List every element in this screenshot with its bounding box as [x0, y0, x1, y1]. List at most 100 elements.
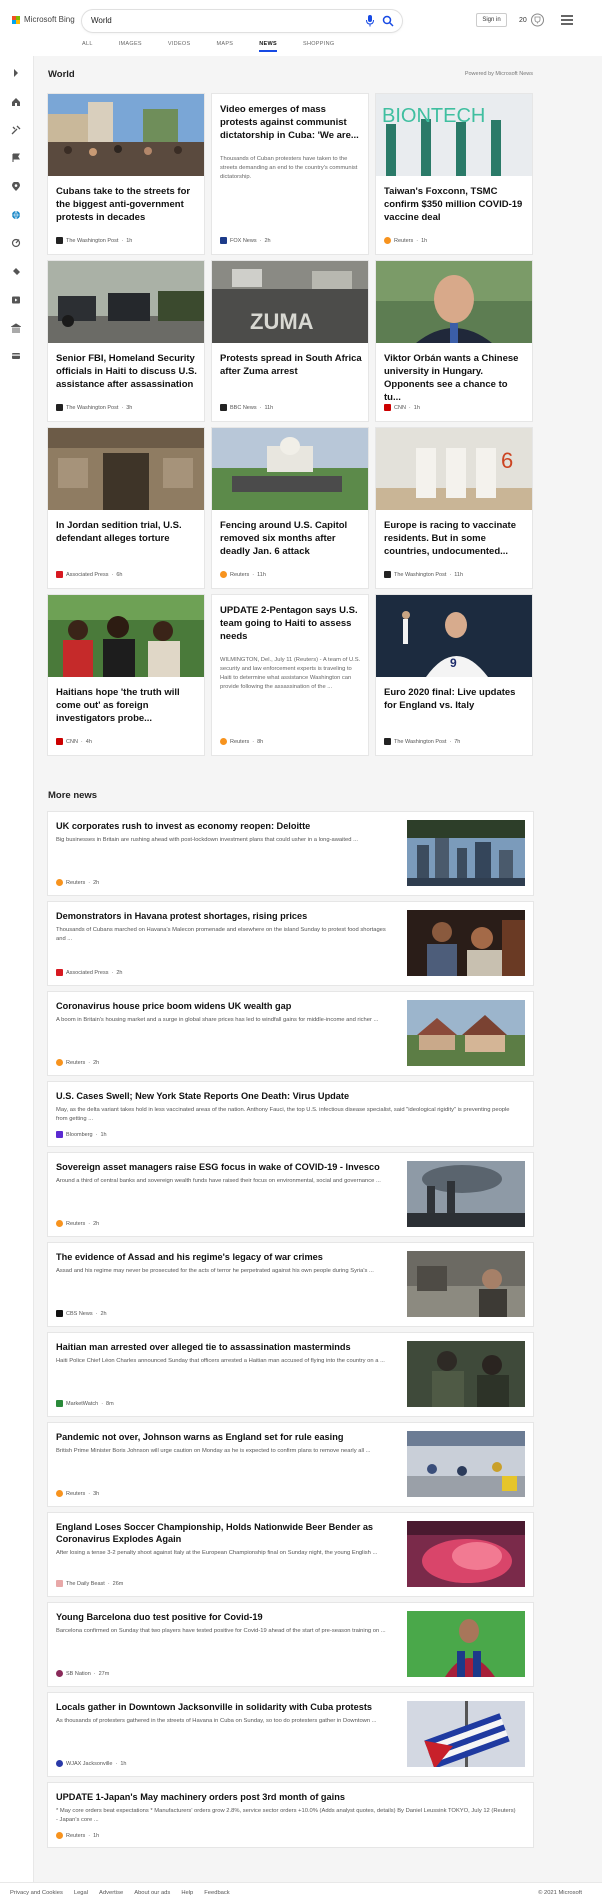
news-card[interactable]: Cubans take to the streets for the bigge…: [48, 94, 204, 254]
list-item[interactable]: UPDATE 1-Japan's May machinery orders po…: [48, 1783, 533, 1847]
card-title[interactable]: Euro 2020 final: Live updates for Englan…: [384, 686, 526, 712]
list-item[interactable]: Sovereign asset managers raise ESG focus…: [48, 1153, 533, 1236]
payment-icon[interactable]: [9, 349, 23, 363]
zuma-graffiti-photo[interactable]: ZUMA: [212, 261, 368, 343]
card-title[interactable]: UPDATE 2-Pentagon says U.S. team going t…: [220, 604, 362, 643]
footer-link-privacy[interactable]: Privacy and Cookies: [10, 1890, 63, 1896]
card-title[interactable]: Video emerges of mass protests against c…: [220, 103, 362, 142]
news-title[interactable]: Demonstrators in Havana protest shortage…: [56, 910, 396, 922]
card-source[interactable]: CNN · 1h: [384, 404, 420, 411]
news-title[interactable]: Haitian man arrested over alleged tie to…: [56, 1341, 396, 1353]
news-card[interactable]: ZUMA Protests spread in South Africa aft…: [212, 261, 368, 421]
footer-link-advertise[interactable]: Advertise: [99, 1890, 123, 1896]
tab-all[interactable]: ALL: [82, 41, 93, 47]
entertainment-icon[interactable]: [9, 293, 23, 307]
business-icon[interactable]: [9, 236, 23, 250]
news-source[interactable]: Associated Press · 2h: [56, 969, 122, 976]
news-source[interactable]: CBS News · 2h: [56, 1310, 107, 1317]
news-source[interactable]: Bloomberg · 1h: [56, 1131, 107, 1138]
biontech-vials-photo[interactable]: BIONTECH: [376, 94, 532, 176]
list-item[interactable]: The evidence of Assad and his regime's l…: [48, 1243, 533, 1326]
card-source[interactable]: Reuters · 1h: [384, 237, 427, 244]
news-source[interactable]: SB Nation · 27m: [56, 1670, 109, 1677]
news-title[interactable]: The evidence of Assad and his regime's l…: [56, 1251, 396, 1263]
search-box[interactable]: World: [82, 10, 402, 32]
news-source[interactable]: WJAX Jacksonville · 1h: [56, 1760, 126, 1767]
card-title[interactable]: Haitians hope 'the truth will come out' …: [56, 686, 198, 725]
tab-videos[interactable]: VIDEOS: [168, 41, 191, 47]
card-source[interactable]: BBC News · 11h: [220, 404, 273, 411]
home-icon[interactable]: [9, 95, 23, 109]
list-item[interactable]: U.S. Cases Swell; New York State Reports…: [48, 1082, 533, 1146]
footer-link-legal[interactable]: Legal: [74, 1890, 88, 1896]
tab-maps[interactable]: MAPS: [216, 41, 233, 47]
card-source[interactable]: Reuters · 11h: [220, 571, 266, 578]
news-card[interactable]: In Jordan sedition trial, U.S. defendant…: [48, 428, 204, 588]
tab-shopping[interactable]: SHOPPING: [303, 41, 334, 47]
news-card[interactable]: Fencing around U.S. Capitol removed six …: [212, 428, 368, 588]
news-source[interactable]: Reuters · 1h: [56, 1832, 99, 1839]
news-card[interactable]: 9 Euro 2020 final: Live updates for Engl…: [376, 595, 532, 755]
rewards-count[interactable]: 20: [519, 17, 527, 24]
card-title[interactable]: Viktor Orbán wants a Chinese university …: [384, 352, 526, 404]
card-source[interactable]: The Washington Post · 7h: [384, 738, 460, 745]
card-source[interactable]: Reuters · 8h: [220, 738, 263, 745]
news-title[interactable]: Young Barcelona duo test positive for Co…: [56, 1611, 396, 1623]
havana-arrest-photo[interactable]: [407, 910, 525, 976]
news-card[interactable]: Viktor Orbán wants a Chinese university …: [376, 261, 532, 421]
news-card[interactable]: Video emerges of mass protests against c…: [212, 94, 368, 254]
search-input[interactable]: World: [91, 16, 112, 25]
news-title[interactable]: U.S. Cases Swell; New York State Reports…: [56, 1090, 516, 1102]
haiti-crowd-photo[interactable]: [48, 595, 204, 677]
card-title[interactable]: Senior FBI, Homeland Security officials …: [56, 352, 198, 391]
news-title[interactable]: Pandemic not over, Johnson warns as Engl…: [56, 1431, 396, 1443]
jordan-gate-photo[interactable]: [48, 428, 204, 510]
uk-houses-photo[interactable]: [407, 1000, 525, 1066]
globe-icon[interactable]: [9, 208, 23, 222]
hamburger-menu-icon[interactable]: [561, 15, 573, 25]
news-title[interactable]: Locals gather in Downtown Jacksonville i…: [56, 1701, 396, 1713]
capitol-fence-photo[interactable]: [212, 428, 368, 510]
card-title[interactable]: Cubans take to the streets for the bigge…: [56, 185, 198, 224]
vaccination-hall-photo[interactable]: [407, 1431, 525, 1497]
chevron-right-icon[interactable]: [9, 66, 23, 80]
haiti-police-photo[interactable]: [407, 1341, 525, 1407]
news-source[interactable]: The Daily Beast · 26m: [56, 1580, 123, 1587]
tab-news[interactable]: NEWS: [259, 41, 277, 52]
barcelona-player-photo[interactable]: [407, 1611, 525, 1677]
news-card[interactable]: UPDATE 2-Pentagon says U.S. team going t…: [212, 595, 368, 755]
list-item[interactable]: England Loses Soccer Championship, Holds…: [48, 1513, 533, 1596]
science-icon[interactable]: [9, 265, 23, 279]
sign-in-button[interactable]: Sign in: [476, 13, 507, 27]
london-skyline-photo[interactable]: [407, 820, 525, 886]
crowd-protest-photo[interactable]: [48, 94, 204, 176]
news-card[interactable]: BIONTECH Taiwan's Foxconn, TSMC confirm …: [376, 94, 532, 254]
news-source[interactable]: MarketWatch · 8m: [56, 1400, 114, 1407]
card-title[interactable]: In Jordan sedition trial, U.S. defendant…: [56, 519, 198, 545]
news-source[interactable]: Reuters · 2h: [56, 1220, 99, 1227]
list-item[interactable]: Pandemic not over, Johnson warns as Engl…: [48, 1423, 533, 1506]
news-title[interactable]: UK corporates rush to invest as economy …: [56, 820, 396, 832]
footer-link-help[interactable]: Help: [181, 1890, 193, 1896]
motorcade-photo[interactable]: [48, 261, 204, 343]
news-source[interactable]: Reuters · 2h: [56, 1059, 99, 1066]
fans-flare-photo[interactable]: [407, 1521, 525, 1587]
card-source[interactable]: The Washington Post · 1h: [56, 237, 132, 244]
kane-celebration-photo[interactable]: 9: [376, 595, 532, 677]
cuba-flag-photo[interactable]: [407, 1701, 525, 1767]
card-source[interactable]: The Washington Post · 3h: [56, 404, 132, 411]
news-card[interactable]: Haitians hope 'the truth will come out' …: [48, 595, 204, 755]
tab-images[interactable]: IMAGES: [119, 41, 142, 47]
syria-flood-photo[interactable]: [407, 1251, 525, 1317]
search-icon[interactable]: [382, 15, 394, 27]
bank-icon[interactable]: [9, 321, 23, 335]
card-title[interactable]: Europe is racing to vaccinate residents.…: [384, 519, 526, 558]
tools-icon[interactable]: [9, 123, 23, 137]
list-item[interactable]: Demonstrators in Havana protest shortage…: [48, 902, 533, 985]
footer-link-about-ads[interactable]: About our ads: [134, 1890, 170, 1896]
orban-portrait-photo[interactable]: [376, 261, 532, 343]
list-item[interactable]: UK corporates rush to invest as economy …: [48, 812, 533, 895]
card-title[interactable]: Taiwan's Foxconn, TSMC confirm $350 mill…: [384, 185, 526, 224]
news-source[interactable]: Reuters · 3h: [56, 1490, 99, 1497]
card-source[interactable]: Associated Press · 6h: [56, 571, 122, 578]
